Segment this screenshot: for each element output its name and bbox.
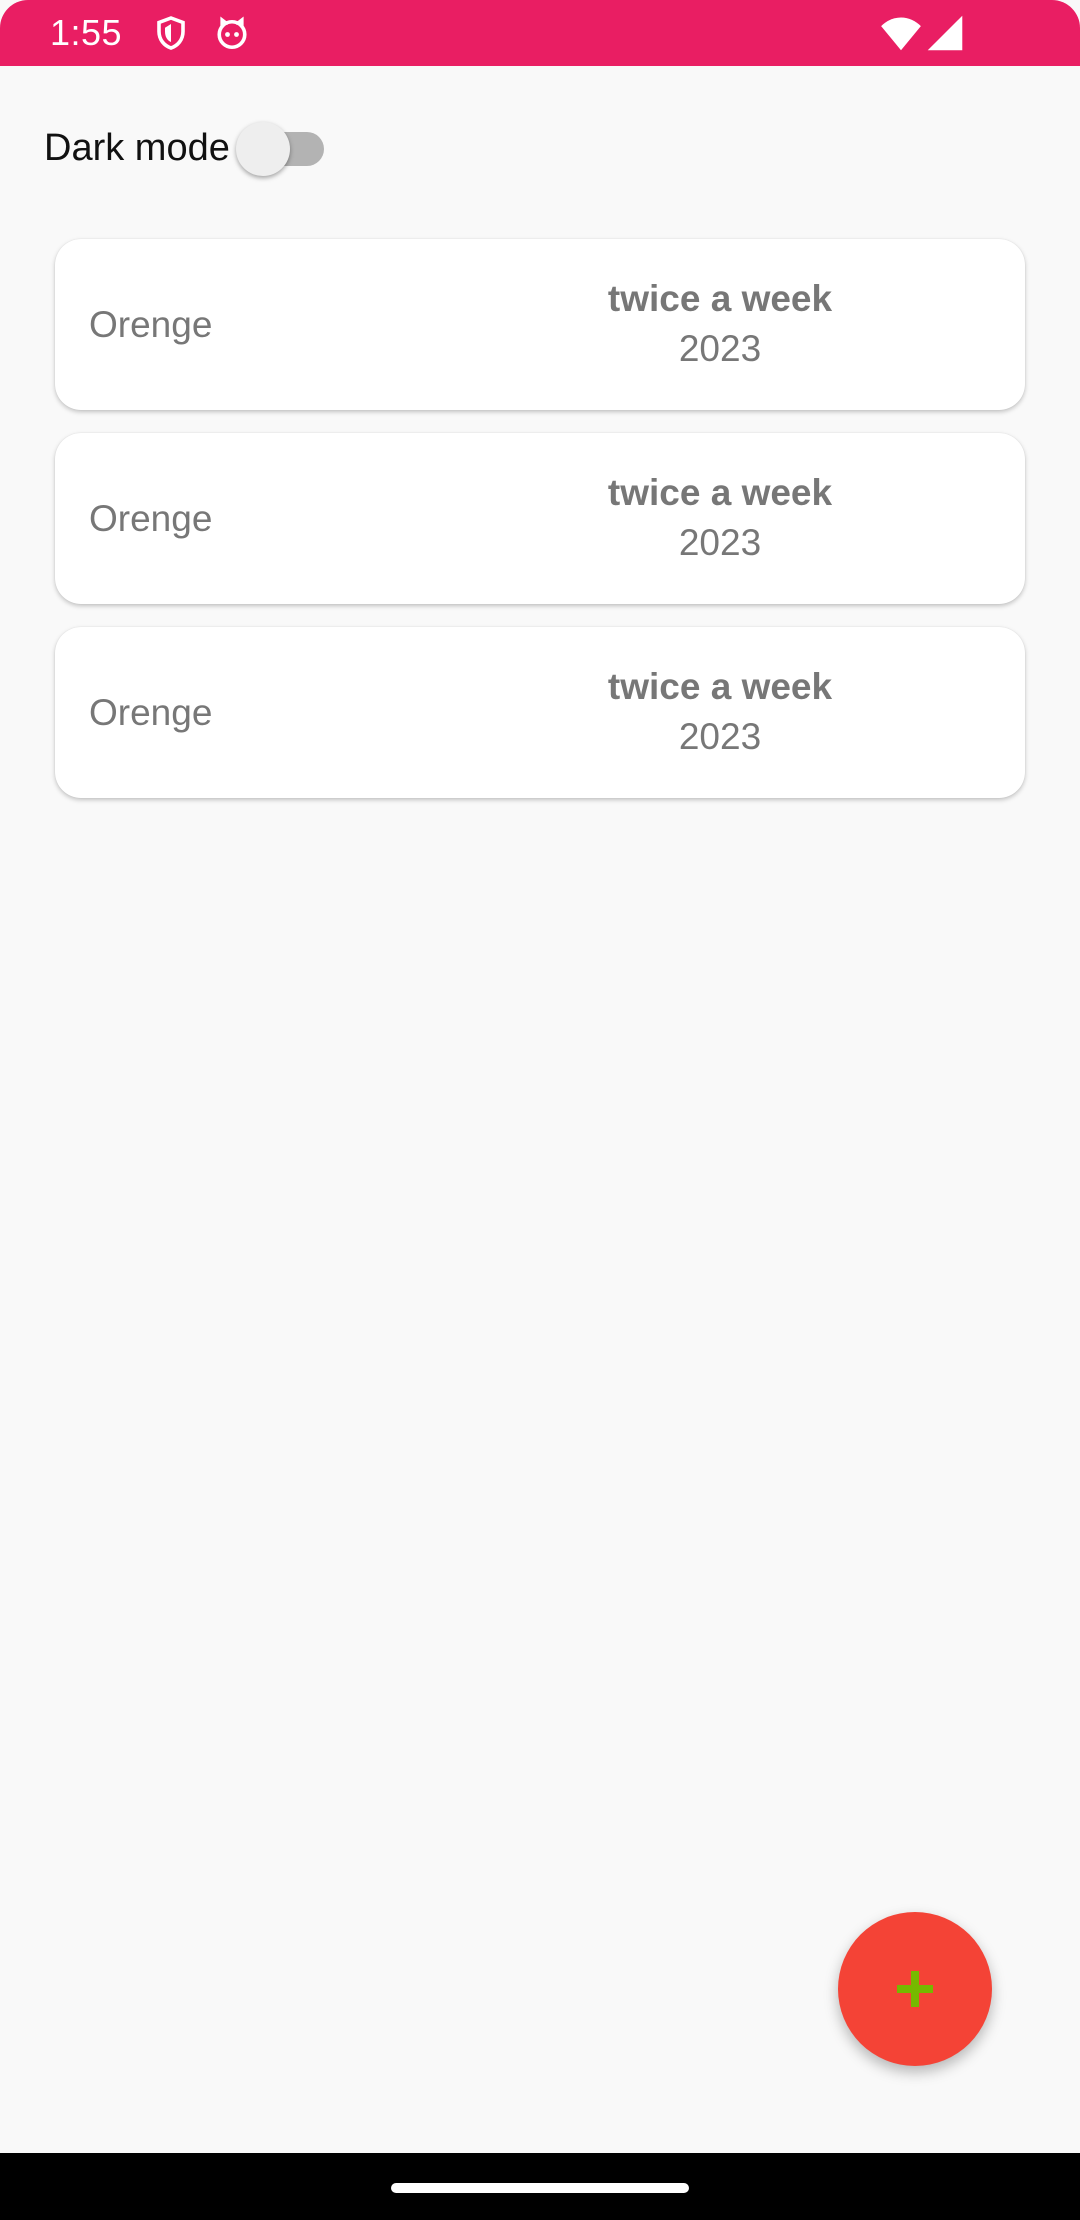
status-bar: 1:55 bbox=[0, 0, 1080, 66]
switch-thumb bbox=[235, 122, 290, 176]
card-name: Orenge bbox=[89, 304, 213, 345]
card-list: Orenge twice a week 2023 Orenge twice a … bbox=[55, 239, 1025, 821]
shield-icon bbox=[153, 15, 189, 51]
wifi-icon bbox=[880, 14, 922, 52]
card-frequency: twice a week bbox=[607, 666, 833, 707]
list-item-card[interactable]: Orenge twice a week 2023 bbox=[55, 433, 1025, 604]
card-year: 2023 bbox=[678, 522, 762, 563]
card-name: Orenge bbox=[89, 692, 213, 733]
add-button[interactable] bbox=[838, 1912, 992, 2066]
cat-icon bbox=[214, 15, 250, 51]
home-gesture-handle[interactable] bbox=[391, 2183, 689, 2193]
dark-mode-row: Dark mode bbox=[44, 116, 328, 180]
card-name: Orenge bbox=[89, 498, 213, 539]
card-details: twice a week 2023 bbox=[495, 469, 945, 569]
card-details: twice a week 2023 bbox=[495, 663, 945, 763]
list-item-card[interactable]: Orenge twice a week 2023 bbox=[55, 627, 1025, 798]
status-time: 1:55 bbox=[50, 12, 123, 53]
navigation-bar bbox=[0, 2153, 1080, 2220]
card-frequency: twice a week bbox=[607, 278, 833, 319]
card-frequency: twice a week bbox=[607, 472, 833, 513]
list-item-card[interactable]: Orenge twice a week 2023 bbox=[55, 239, 1025, 410]
cellular-signal-icon bbox=[926, 14, 964, 52]
dark-mode-switch[interactable] bbox=[235, 116, 328, 180]
plus-icon bbox=[895, 1969, 935, 2009]
card-details: twice a week 2023 bbox=[495, 275, 945, 375]
card-year: 2023 bbox=[678, 328, 762, 369]
card-year: 2023 bbox=[678, 716, 762, 757]
dark-mode-label: Dark mode bbox=[44, 126, 230, 169]
